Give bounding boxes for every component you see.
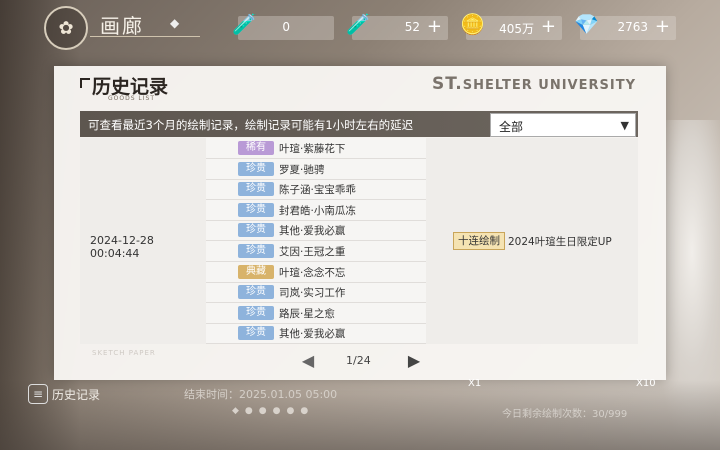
add-tube-button[interactable]: + <box>427 16 442 37</box>
list-item: 稀有 叶瑄·紫藤花下 <box>206 138 426 159</box>
record-type-cell: 十连绘制 2024叶瑄生日限定UP <box>426 138 638 344</box>
resource-tube-blue: 🧪 0 <box>232 12 334 40</box>
tube-icon: 🧪 <box>232 12 257 36</box>
item-name: 罗夏·驰骋 <box>279 163 325 176</box>
top-bar: ✿ 画廊 ◆ 🧪 0 🧪 52 + 🪙 405万 + 💎 2763 + <box>0 0 720 60</box>
record-table: 2024-12-28 00:04:44 稀有 叶瑄·紫藤花下 珍贵 罗夏·驰骋 珍贵 陈子… <box>80 138 638 345</box>
resource-value: 0 <box>282 20 290 34</box>
history-icon: ≡ <box>28 384 48 404</box>
rarity-badge: 珍贵 <box>238 161 274 176</box>
history-button[interactable]: ≡ 历史记录 <box>28 384 138 404</box>
filter-dropdown[interactable]: 全部 ▼ <box>490 113 636 137</box>
ten-draw-count: X10 <box>636 378 656 389</box>
sketch-watermark: SKETCH PAPER <box>92 349 156 357</box>
pagination: ◀ 1/24 ▶ <box>296 350 426 372</box>
brand-name: SHELTER UNIVERSITY <box>462 78 636 93</box>
list-item: 珍贵 封君皓·小南瓜冻 <box>206 200 426 221</box>
rarity-badge: 珍贵 <box>238 223 274 238</box>
title-corner-mark <box>80 78 90 88</box>
history-button-label: 历史记录 <box>52 388 101 402</box>
add-diamonds-button[interactable]: + <box>655 16 670 37</box>
record-time: 2024-12-28 00:04:44 <box>90 234 154 260</box>
page-dots: ◆●●●●● <box>232 406 315 416</box>
gallery-title: 画廊 <box>100 14 144 38</box>
list-item: 珍贵 路辰·星之愈 <box>206 303 426 324</box>
title-underline <box>90 36 200 37</box>
rarity-badge: 珍贵 <box>238 305 274 320</box>
list-item: 典藏 叶瑄·念念不忘 <box>206 262 426 283</box>
arrow-right-icon: ▶ <box>407 351 421 370</box>
diamond-icon: 💎 <box>574 12 599 36</box>
brand-logo: ST.SHELTER UNIVERSITY <box>432 74 636 94</box>
list-item: 珍贵 司岚·实习工作 <box>206 282 426 304</box>
add-coins-button[interactable]: + <box>541 16 556 37</box>
resource-tube-red: 🧪 52 + <box>346 12 448 40</box>
list-item: 珍贵 其他·爱我必赢 <box>206 323 426 345</box>
list-item: 珍贵 艾因·王冠之重 <box>206 241 426 262</box>
draw-type-badge: 十连绘制 <box>453 232 505 250</box>
item-name: 叶瑄·紫藤花下 <box>279 143 346 155</box>
rarity-badge: 珍贵 <box>238 182 274 197</box>
remaining-draws: 今日剩余绘制次数：30/999 <box>502 409 628 420</box>
panel-subtitle: GOODS LIST <box>108 95 156 102</box>
pool-name: 2024叶瑄生日限定UP <box>508 236 612 248</box>
item-name: 其他·爱我必赢 <box>279 328 346 341</box>
rarity-badge: 珍贵 <box>238 326 274 341</box>
resource-value: 2763 <box>617 20 648 34</box>
rarity-badge: 典藏 <box>238 264 274 279</box>
rarity-badge: 珍贵 <box>238 285 274 300</box>
page-indicator: 1/24 <box>346 354 371 367</box>
item-name: 叶瑄·念念不忘 <box>279 266 346 279</box>
item-name: 陈子涵·宝宝乖乖 <box>279 184 356 197</box>
resource-value: 52 <box>404 20 420 34</box>
item-name: 司岚·实习工作 <box>279 287 346 300</box>
filter-selected: 全部 <box>499 120 524 134</box>
rarity-badge: 稀有 <box>238 141 274 155</box>
record-items: 稀有 叶瑄·紫藤花下 珍贵 罗夏·驰骋 珍贵 陈子涵·宝宝乖乖 珍贵 封君皓·小南瓜冻 珍贵 其他… <box>206 138 426 345</box>
item-name: 其他·爱我必赢 <box>279 225 346 238</box>
item-name: 艾因·王冠之重 <box>279 246 346 258</box>
list-item: 珍贵 其他·爱我必赢 <box>206 220 426 242</box>
tube-icon: 🧪 <box>346 12 371 36</box>
prev-page-button[interactable]: ◀ <box>296 350 320 372</box>
resource-coins: 🪙 405万 + <box>460 12 562 40</box>
next-page-button[interactable]: ▶ <box>402 350 426 372</box>
record-time-cell: 2024-12-28 00:04:44 <box>80 138 206 344</box>
brand-prefix: ST. <box>432 74 463 94</box>
info-text: 可查看最近3个月的绘制记录，绘制记录可能有1小时左右的延迟 <box>88 118 414 132</box>
arrow-left-icon: ◀ <box>301 351 315 370</box>
list-item: 珍贵 罗夏·驰骋 <box>206 159 426 180</box>
gallery-emblem-icon[interactable]: ✿ <box>44 6 88 50</box>
coin-icon: 🪙 <box>460 12 485 36</box>
diamond-marker-icon: ◆ <box>170 16 180 30</box>
resource-diamonds: 💎 2763 + <box>574 12 676 40</box>
end-time: 结束时间：2025.01.05 05:00 <box>184 388 338 401</box>
resource-value: 405万 <box>499 22 534 36</box>
item-name: 封君皓·小南瓜冻 <box>279 204 356 217</box>
rarity-badge: 珍贵 <box>238 244 274 258</box>
single-draw-count: X1 <box>468 378 482 389</box>
rarity-badge: 珍贵 <box>238 202 274 217</box>
item-name: 路辰·星之愈 <box>279 307 335 320</box>
list-item: 珍贵 陈子涵·宝宝乖乖 <box>206 179 426 201</box>
chevron-down-icon: ▼ <box>620 119 629 132</box>
